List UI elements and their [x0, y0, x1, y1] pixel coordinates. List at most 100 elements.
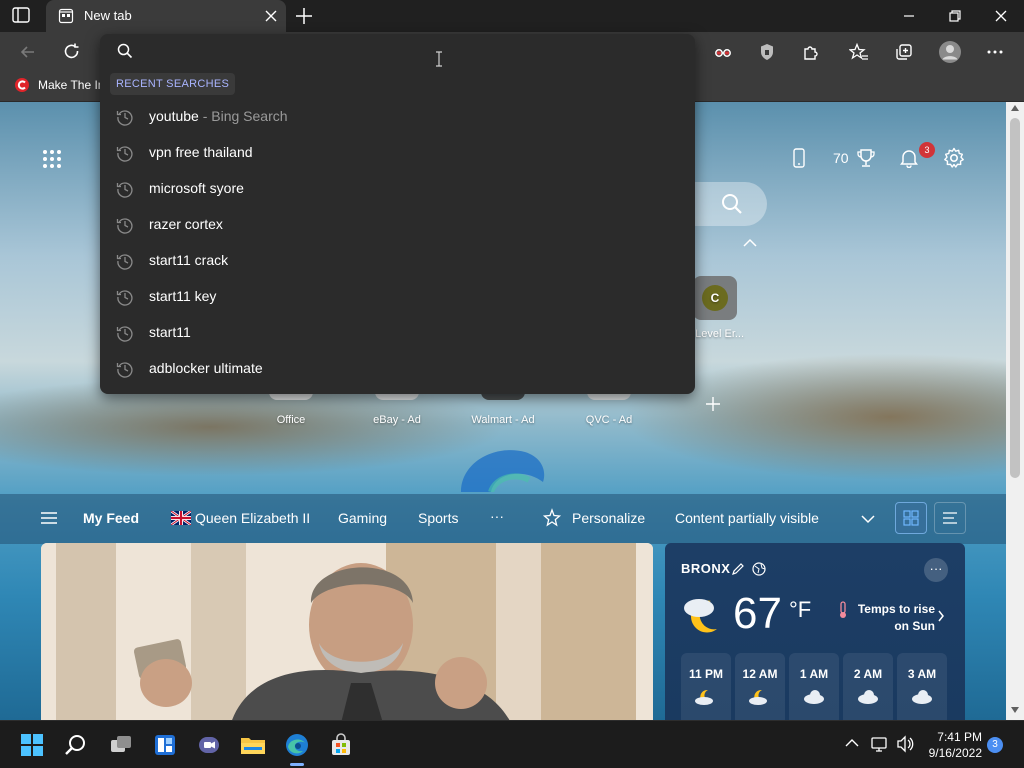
hour-label: 12 AM: [742, 667, 778, 681]
recent-search-item[interactable]: razer cortex: [100, 206, 695, 242]
file-explorer-icon[interactable]: [239, 731, 267, 759]
favorites-star-icon[interactable]: [848, 41, 870, 63]
show-hidden-icons-chevron-icon[interactable]: [845, 738, 859, 748]
back-arrow-icon[interactable]: [17, 41, 39, 63]
profile-avatar-icon[interactable]: [937, 39, 963, 65]
recent-search-source: - Bing Search: [198, 108, 288, 124]
microsoft-store-icon[interactable]: [327, 731, 355, 759]
content-visibility-dropdown[interactable]: Content partially visible: [675, 510, 819, 526]
hour-label: 3 AM: [907, 667, 937, 681]
recent-search-item[interactable]: adblocker ultimate: [100, 350, 695, 386]
quick-link-label: eBay - Ad: [373, 414, 421, 426]
chevron-down-icon[interactable]: [860, 514, 876, 524]
tab-close-icon[interactable]: [264, 9, 278, 23]
tab-sports[interactable]: Sports: [418, 510, 458, 526]
network-monitor-icon[interactable]: [871, 735, 889, 753]
add-shortcut-plus-icon[interactable]: [704, 395, 722, 413]
recent-search-item[interactable]: start11: [100, 314, 695, 350]
gear-icon[interactable]: [943, 147, 965, 169]
minimize-icon[interactable]: [900, 8, 918, 24]
chevron-right-icon[interactable]: [937, 609, 945, 623]
hourly-forecast-item[interactable]: 3 AM: [897, 653, 947, 720]
hourly-forecast-item[interactable]: 1 AM: [789, 653, 839, 720]
teams-chat-icon[interactable]: [195, 731, 223, 759]
hourly-forecast-item[interactable]: 11 PM: [681, 653, 731, 720]
collections-icon[interactable]: [893, 41, 915, 63]
recent-search-item[interactable]: start11 key: [100, 278, 695, 314]
favorite-label: Make The In: [38, 78, 105, 92]
tab-actions-icon[interactable]: [12, 7, 32, 25]
rewards-trophy-icon[interactable]: [856, 148, 876, 168]
recent-search-text: razer cortex: [149, 216, 223, 232]
shield-icon[interactable]: [756, 41, 778, 63]
list-layout-icon[interactable]: [934, 502, 966, 534]
history-clock-icon: [116, 252, 134, 270]
extension-glasses-icon[interactable]: [712, 41, 734, 63]
edge-browser-icon[interactable]: [283, 731, 311, 759]
scroll-down-arrow-icon[interactable]: [1011, 707, 1019, 713]
cloud-icon: [804, 690, 824, 704]
feed-nav-bar: My Feed Queen Elizabeth II Gaming Sports…: [0, 494, 1006, 544]
weather-card[interactable]: BRONX ··· 67 °F Temps to rise on Sun 11 …: [665, 543, 965, 720]
tab-gaming[interactable]: Gaming: [338, 510, 387, 526]
history-clock-icon: [116, 108, 134, 126]
tab-queen-elizabeth[interactable]: Queen Elizabeth II: [171, 510, 310, 526]
restore-icon[interactable]: [946, 8, 964, 24]
task-view-icon[interactable]: [107, 731, 135, 759]
notification-center-badge[interactable]: 3: [987, 737, 1003, 753]
grid-layout-icon[interactable]: [895, 502, 927, 534]
more-menu-icon[interactable]: [984, 41, 1006, 63]
rewards-points[interactable]: 70: [833, 150, 849, 166]
scroll-up-arrow-icon[interactable]: [1011, 105, 1019, 111]
phone-icon[interactable]: [791, 148, 807, 168]
page-search-button[interactable]: [695, 182, 767, 226]
recent-search-item[interactable]: start11 crack: [100, 242, 695, 278]
weather-unit: °F: [789, 597, 812, 622]
refresh-icon[interactable]: [61, 41, 83, 63]
quick-link-label: Office: [276, 414, 306, 426]
hamburger-menu-icon[interactable]: [40, 511, 58, 525]
apps-launcher-icon[interactable]: [42, 149, 62, 169]
notification-badge: 3: [919, 142, 935, 158]
quick-link-letter: C: [702, 285, 728, 311]
taskbar-clock[interactable]: 7:41 PM 9/16/2022: [920, 729, 982, 761]
recent-search-item[interactable]: vpn free thailand: [100, 134, 695, 170]
news-photo: [41, 543, 653, 720]
page-scrollbar[interactable]: [1006, 102, 1024, 720]
extensions-puzzle-icon[interactable]: [800, 41, 822, 63]
edit-pencil-icon[interactable]: [731, 562, 745, 576]
personalize-button[interactable]: Personalize: [572, 510, 645, 526]
more-topics-button[interactable]: ···: [490, 508, 504, 524]
moon-cloud-small-icon: [749, 689, 767, 705]
title-bar: New tab: [0, 0, 1024, 32]
address-bar-input[interactable]: [144, 40, 684, 62]
new-tab-plus-icon[interactable]: [293, 5, 315, 27]
widgets-icon[interactable]: [151, 731, 179, 759]
tab-my-feed[interactable]: My Feed: [83, 510, 139, 526]
clock-date: 9/16/2022: [928, 746, 982, 760]
weather-more-button[interactable]: ···: [924, 558, 948, 582]
weather-note: Temps to rise on Sun: [857, 602, 935, 633]
windows-start-icon[interactable]: [18, 731, 46, 759]
recent-search-item[interactable]: microsoft syore: [100, 170, 695, 206]
chevron-up-icon[interactable]: [742, 238, 758, 248]
recent-search-text: vpn free thailand: [149, 144, 253, 160]
uk-flag-icon: [171, 511, 191, 525]
taskbar-search-icon[interactable]: [62, 731, 90, 759]
hourly-forecast-item[interactable]: 12 AM: [735, 653, 785, 720]
address-bar-dropdown: RECENT SEARCHES youtube - Bing Search vpn…: [100, 34, 695, 394]
location-globe-icon[interactable]: [752, 562, 766, 576]
recent-search-item[interactable]: youtube - Bing Search: [100, 98, 695, 134]
cloud-icon: [858, 690, 878, 704]
volume-speaker-icon[interactable]: [896, 735, 914, 753]
window-close-icon[interactable]: [992, 8, 1010, 24]
hero-news-card[interactable]: [41, 543, 653, 720]
hour-label: 11 PM: [688, 667, 724, 681]
bell-icon[interactable]: [899, 148, 919, 168]
topic-label: Queen Elizabeth II: [195, 510, 311, 526]
favorite-item[interactable]: Make The In: [14, 77, 104, 93]
tab-new-tab[interactable]: New tab: [46, 0, 286, 32]
scrollbar-thumb[interactable]: [1010, 118, 1020, 478]
history-clock-icon: [116, 288, 134, 306]
hourly-forecast-item[interactable]: 2 AM: [843, 653, 893, 720]
